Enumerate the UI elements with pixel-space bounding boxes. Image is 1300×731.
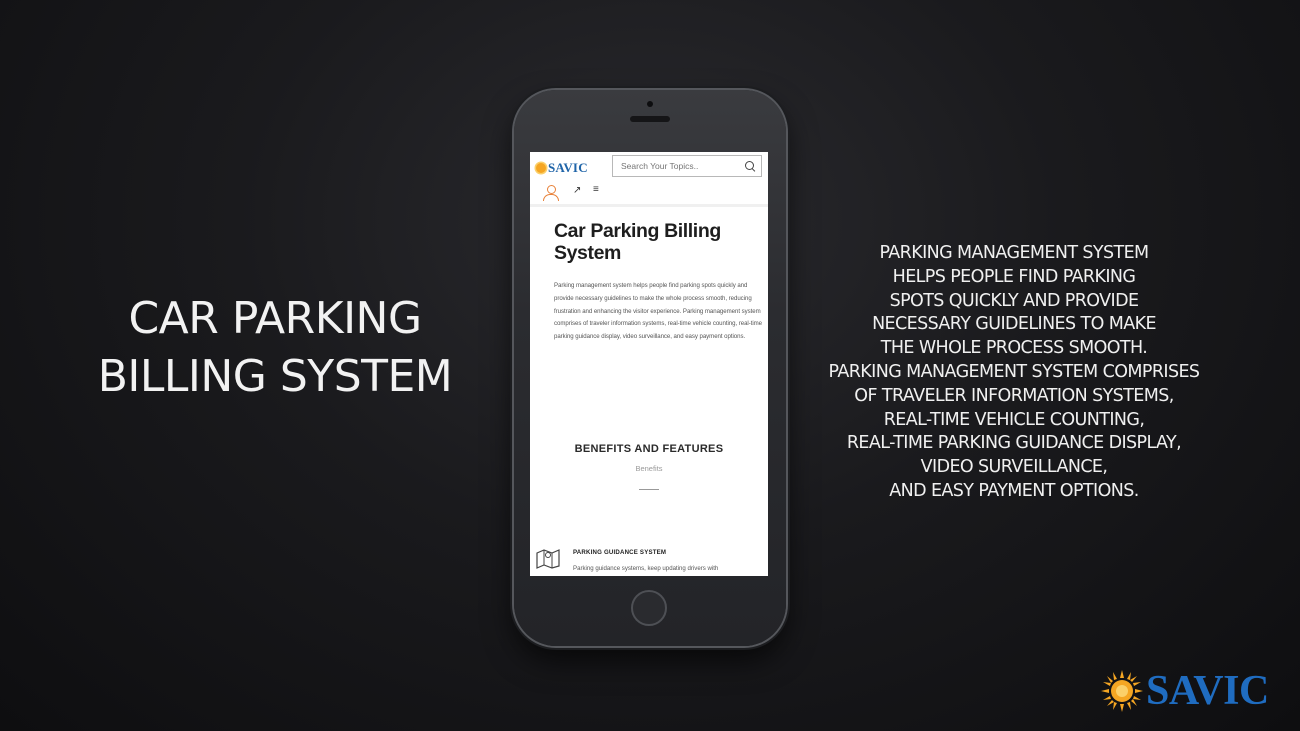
share-icon[interactable]: ↗ bbox=[573, 186, 581, 196]
section-divider bbox=[639, 489, 659, 490]
search-icon[interactable] bbox=[745, 161, 754, 170]
left-title-line: BILLING SYSTEM bbox=[97, 351, 453, 402]
description-line: THE WHOLE PROCESS SMOOTH. bbox=[880, 338, 1148, 359]
left-title-line: CAR PARKING bbox=[128, 293, 422, 344]
site-logo-text: SAVIC bbox=[548, 160, 588, 175]
phone-speaker bbox=[630, 116, 670, 122]
description-line: PARKING MANAGEMENT SYSTEM COMPRISES bbox=[828, 361, 1201, 382]
description-block: PARKING MANAGEMENT SYSTEM HELPS PEOPLE F… bbox=[810, 242, 1218, 504]
description-line: SPOTS QUICKLY AND PROVIDE bbox=[889, 290, 1139, 311]
sun-logo-icon bbox=[1101, 670, 1143, 712]
description-line: HELPS PEOPLE FIND PARKING bbox=[892, 266, 1136, 287]
description-line: AND EASY PAYMENT OPTIONS. bbox=[889, 480, 1139, 501]
phone-mockup: SAVIC ↗ ≡ Car Parking Billing System Par… bbox=[514, 90, 786, 646]
search-input[interactable] bbox=[612, 155, 762, 177]
section-title: BENEFITS AND FEATURES bbox=[574, 443, 724, 455]
description-line: OF TRAVELER INFORMATION SYSTEMS, bbox=[854, 385, 1174, 406]
home-button[interactable] bbox=[631, 590, 667, 626]
map-icon bbox=[536, 549, 560, 569]
description-line: REAL-TIME PARKING GUIDANCE DISPLAY, bbox=[846, 433, 1182, 454]
description-line: REAL-TIME VEHICLE COUNTING, bbox=[883, 409, 1145, 430]
left-title: CAR PARKING BILLING SYSTEM bbox=[80, 290, 470, 406]
hamburger-menu-icon[interactable]: ≡ bbox=[593, 185, 599, 195]
feature-title: PARKING GUIDANCE SYSTEM bbox=[573, 549, 667, 556]
brand-logo-text: SAVIC bbox=[1146, 668, 1269, 714]
page-description: Parking management system helps people f… bbox=[554, 282, 763, 341]
description-line: VIDEO SURVEILLANCE, bbox=[920, 457, 1108, 478]
site-logo[interactable]: SAVIC bbox=[536, 160, 588, 176]
brand-logo: SAVIC bbox=[1100, 668, 1269, 714]
phone-screen: SAVIC ↗ ≡ Car Parking Billing System Par… bbox=[530, 152, 768, 576]
front-camera bbox=[647, 101, 653, 107]
page-title: Car Parking Billing System bbox=[554, 220, 721, 264]
sun-logo-icon bbox=[536, 163, 546, 173]
feature-text: Parking guidance systems, keep updating … bbox=[573, 565, 719, 572]
site-header: SAVIC ↗ ≡ bbox=[530, 152, 768, 207]
section-subtitle: Benefits bbox=[635, 464, 663, 473]
description-line: NECESSARY GUIDELINES TO MAKE bbox=[872, 314, 1156, 335]
description-line: PARKING MANAGEMENT SYSTEM bbox=[879, 243, 1149, 263]
user-icon[interactable] bbox=[543, 185, 559, 201]
